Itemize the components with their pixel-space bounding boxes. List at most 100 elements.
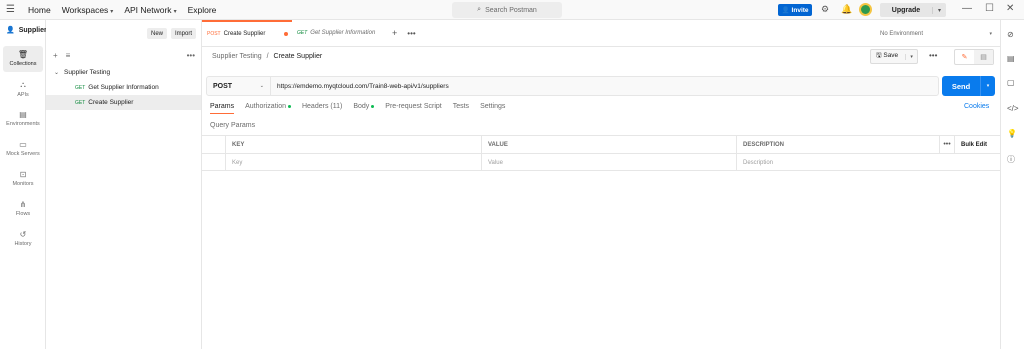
collection-item[interactable]: ⌄ Supplier Testing bbox=[46, 65, 201, 80]
tab-label: Body bbox=[353, 103, 370, 110]
nav-workspaces[interactable]: Workspaces ▾ bbox=[62, 5, 114, 15]
documentation-icon[interactable]: ▤ bbox=[1007, 54, 1015, 63]
sidebar-toolbar: + ≡ ••• bbox=[46, 47, 202, 63]
docs-icon[interactable]: ▤ bbox=[974, 50, 993, 64]
more-icon[interactable]: ••• bbox=[929, 51, 937, 60]
breadcrumb-parent[interactable]: Supplier Testing bbox=[212, 53, 262, 60]
code-icon[interactable]: </> bbox=[1007, 104, 1019, 113]
save-button[interactable]: 🖫 Save ▾ bbox=[870, 49, 918, 64]
rail-history[interactable]: ↺ History bbox=[3, 226, 43, 252]
avatar[interactable] bbox=[859, 3, 872, 16]
table-header-row: KEY VALUE DESCRIPTION ••• Bulk Edit bbox=[202, 135, 1000, 153]
nav-explore[interactable]: Explore bbox=[188, 5, 217, 15]
method-label: POST bbox=[213, 82, 233, 90]
new-button[interactable]: New bbox=[147, 28, 168, 39]
environments-icon: ▤ bbox=[19, 110, 27, 119]
chevron-down-icon: ▾ bbox=[173, 8, 177, 15]
request-tabs: Params Authorization Headers (11) Body P… bbox=[210, 103, 505, 114]
close-icon[interactable]: ✕ bbox=[1006, 3, 1014, 14]
description-input[interactable]: Description bbox=[736, 154, 969, 171]
rail-apis[interactable]: ⛬ APIs bbox=[3, 76, 43, 102]
bell-icon[interactable]: 🔔 bbox=[841, 4, 852, 15]
send-button[interactable]: Send ▾ bbox=[942, 76, 995, 96]
environment-select[interactable]: No Environment ▾ bbox=[880, 27, 992, 40]
nav-home[interactable]: Home bbox=[28, 5, 51, 15]
new-tab-icon[interactable]: + bbox=[392, 28, 397, 38]
table-row: Key Value Description bbox=[202, 153, 1000, 171]
rail-environments[interactable]: ▤ Environments bbox=[3, 106, 43, 132]
rail-mock-servers[interactable]: ▭ Mock Servers bbox=[3, 136, 43, 162]
query-params-title: Query Params bbox=[210, 122, 256, 129]
chevron-down-icon[interactable]: ▾ bbox=[980, 76, 995, 96]
method-select[interactable]: POST ⌄ bbox=[207, 77, 271, 95]
method-badge: GET bbox=[297, 30, 308, 36]
value-input[interactable]: Value bbox=[481, 154, 736, 171]
top-bar: ☰ Home Workspaces ▾ API Network ▾ Explore … bbox=[0, 0, 1024, 20]
method-badge: POST bbox=[207, 31, 221, 37]
search-bar[interactable]: ⌕ Search Postman bbox=[452, 2, 562, 18]
method-badge: GET bbox=[75, 99, 86, 106]
maximize-icon[interactable]: ☐ bbox=[985, 3, 994, 14]
tab-get-supplier[interactable]: GET Get Supplier Information bbox=[292, 20, 384, 47]
comments-icon[interactable]: ▢ bbox=[1007, 78, 1015, 87]
cookies-link[interactable]: Cookies bbox=[964, 103, 989, 110]
tab-settings[interactable]: Settings bbox=[480, 103, 505, 114]
minimize-icon[interactable]: — bbox=[962, 3, 972, 14]
tab-label: Authorization bbox=[245, 103, 286, 110]
chevron-down-icon[interactable]: ▾ bbox=[932, 6, 946, 14]
user-icon: 👤 bbox=[6, 27, 15, 34]
status-dot-icon bbox=[371, 104, 375, 108]
tab-pre-request-script[interactable]: Pre-request Script bbox=[385, 103, 441, 114]
column-header-description: DESCRIPTION bbox=[736, 136, 939, 153]
plus-icon[interactable]: + bbox=[53, 51, 58, 60]
invite-button[interactable]: 👤 Invite bbox=[778, 4, 812, 16]
upgrade-button[interactable]: Upgrade ▾ bbox=[880, 3, 946, 17]
request-item[interactable]: GET Create Supplier bbox=[46, 95, 201, 110]
more-icon[interactable]: ••• bbox=[407, 29, 415, 38]
pencil-icon[interactable]: ✎ bbox=[955, 50, 974, 64]
search-icon: ⌕ bbox=[477, 6, 482, 13]
nav-api-network-label: API Network bbox=[124, 4, 172, 15]
rail-label: Flows bbox=[15, 211, 31, 217]
rail-label: Monitors bbox=[12, 181, 34, 187]
monitors-icon: ⊡ bbox=[19, 170, 27, 179]
hamburger-icon[interactable]: ☰ bbox=[6, 4, 20, 15]
breadcrumb-sep: / bbox=[266, 53, 269, 60]
chevron-down-icon[interactable]: ▾ bbox=[905, 53, 917, 60]
unsaved-dot-icon bbox=[284, 32, 288, 36]
nav-api-network[interactable]: API Network ▾ bbox=[124, 5, 176, 15]
environment-label: No Environment bbox=[880, 30, 924, 37]
tab-tests[interactable]: Tests bbox=[453, 103, 469, 114]
info-icon[interactable]: ⓘ bbox=[1007, 154, 1015, 165]
import-button[interactable]: Import bbox=[171, 28, 197, 39]
filter-icon[interactable]: ≡ bbox=[66, 51, 71, 60]
breadcrumb: Supplier Testing / Create Supplier bbox=[212, 53, 322, 60]
gear-icon[interactable]: ⚙ bbox=[821, 4, 829, 15]
tab-create-supplier[interactable]: POST Create Supplier bbox=[202, 19, 292, 47]
chevron-down-icon: ▾ bbox=[989, 30, 992, 37]
rail-monitors[interactable]: ⊡ Monitors bbox=[3, 166, 43, 192]
request-item[interactable]: GET Get Supplier Information bbox=[46, 80, 201, 95]
tab-body[interactable]: Body bbox=[353, 103, 375, 114]
api-icon[interactable]: ⊘ bbox=[1007, 30, 1014, 39]
tab-headers[interactable]: Headers (11) bbox=[302, 103, 342, 114]
sidebar-actions: New Import bbox=[147, 28, 197, 39]
more-icon[interactable]: ••• bbox=[187, 51, 195, 60]
url-input[interactable]: https://emdemo.myqtcloud.com/Train8-web-… bbox=[271, 83, 449, 90]
lightbulb-icon[interactable]: 💡 bbox=[1007, 129, 1017, 138]
breadcrumb-current[interactable]: Create Supplier bbox=[274, 53, 323, 60]
collections-icon: 🗑 bbox=[17, 50, 29, 59]
row-handle bbox=[202, 136, 225, 153]
rail-label: APIs bbox=[17, 92, 29, 98]
add-user-icon: 👤 bbox=[781, 7, 790, 14]
rail-collections[interactable]: 🗑 Collections bbox=[3, 46, 43, 72]
key-input[interactable]: Key bbox=[225, 154, 481, 171]
tab-params[interactable]: Params bbox=[210, 103, 235, 114]
search-placeholder: Search Postman bbox=[485, 6, 537, 14]
bulk-edit-button[interactable]: Bulk Edit bbox=[954, 136, 1000, 153]
rail-flows[interactable]: ⋔ Flows bbox=[3, 196, 43, 222]
more-icon[interactable]: ••• bbox=[939, 136, 954, 153]
tab-authorization[interactable]: Authorization bbox=[245, 103, 291, 114]
mock-servers-icon: ▭ bbox=[19, 140, 27, 149]
rail-label: Collections bbox=[9, 61, 37, 67]
